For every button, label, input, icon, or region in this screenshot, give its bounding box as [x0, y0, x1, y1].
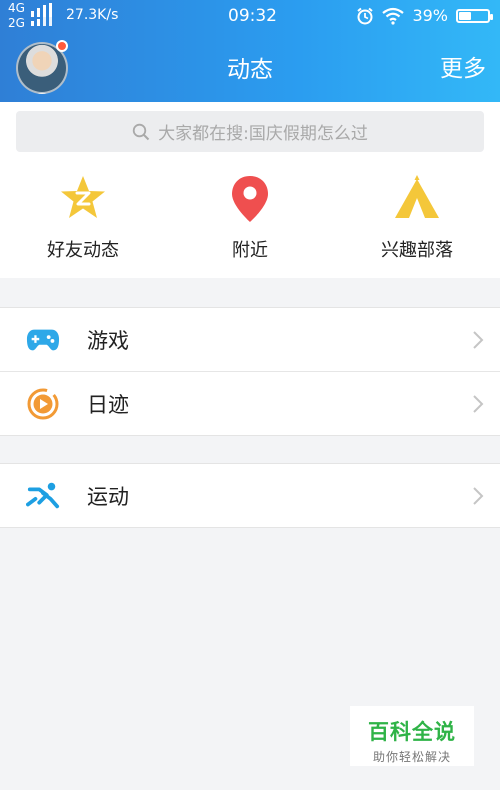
network-bottom-label: 2G [8, 16, 25, 30]
gamepad-icon [26, 323, 60, 357]
list-item-sports[interactable]: 运动 [0, 464, 500, 527]
list-item-label: 运动 [87, 484, 129, 509]
quick-action-friends-feed[interactable]: 好友动态 [0, 174, 166, 262]
watermark-logo: 百科全说 助你轻松解决 [350, 706, 474, 766]
watermark-title: 百科全说 [368, 720, 456, 744]
app-header: 动态 更多 [0, 32, 500, 102]
list-group-2: 运动 [0, 463, 500, 528]
list-item-daily-trace[interactable]: 日迹 [0, 371, 500, 435]
search-and-quick-actions: 大家都在搜:国庆假期怎么过 好友动态 附近 兴趣部落 [0, 102, 500, 278]
play-circle-icon [26, 387, 60, 421]
chevron-right-icon [473, 395, 484, 413]
signal-icon [31, 3, 52, 26]
quick-action-interest-tribe[interactable]: 兴趣部落 [334, 174, 500, 262]
quick-action-label: 好友动态 [47, 240, 119, 261]
list-item-label: 游戏 [87, 328, 129, 353]
search-placeholder: 大家都在搜:国庆假期怎么过 [158, 124, 368, 144]
chevron-right-icon [473, 331, 484, 349]
star-z-icon [0, 174, 166, 224]
quick-action-nearby[interactable]: 附近 [167, 174, 333, 262]
status-right-group: 39% [356, 6, 493, 25]
battery-percent: 39% [412, 6, 448, 25]
battery-icon [456, 8, 493, 23]
list-group-1: 游戏 日迹 [0, 307, 500, 436]
quick-action-label: 兴趣部落 [381, 240, 453, 261]
chevron-right-icon [473, 487, 484, 505]
list-item-games[interactable]: 游戏 [0, 308, 500, 371]
top-bar: 4G 2G 27.3K/s 09:32 39% 动态 更多 [0, 0, 500, 102]
search-bar[interactable]: 大家都在搜:国庆假期怎么过 [16, 111, 484, 152]
network-type: 4G 2G [8, 1, 25, 31]
runner-icon [26, 479, 60, 513]
wifi-icon [382, 7, 405, 25]
clock-time: 09:32 [228, 6, 277, 26]
page-title: 动态 [227, 57, 273, 83]
search-icon [132, 123, 150, 140]
tent-icon [334, 174, 500, 224]
quick-action-label: 附近 [232, 240, 268, 261]
watermark-subtitle: 助你轻松解决 [372, 750, 451, 764]
status-bar: 4G 2G 27.3K/s 09:32 39% [0, 0, 500, 32]
network-speed: 27.3K/s [66, 7, 119, 23]
alarm-icon [357, 7, 374, 24]
location-pin-icon [167, 174, 333, 224]
battery-level-fill [459, 11, 471, 20]
network-top-label: 4G [8, 1, 25, 15]
list-item-label: 日迹 [87, 392, 129, 417]
more-button[interactable]: 更多 [440, 49, 486, 83]
